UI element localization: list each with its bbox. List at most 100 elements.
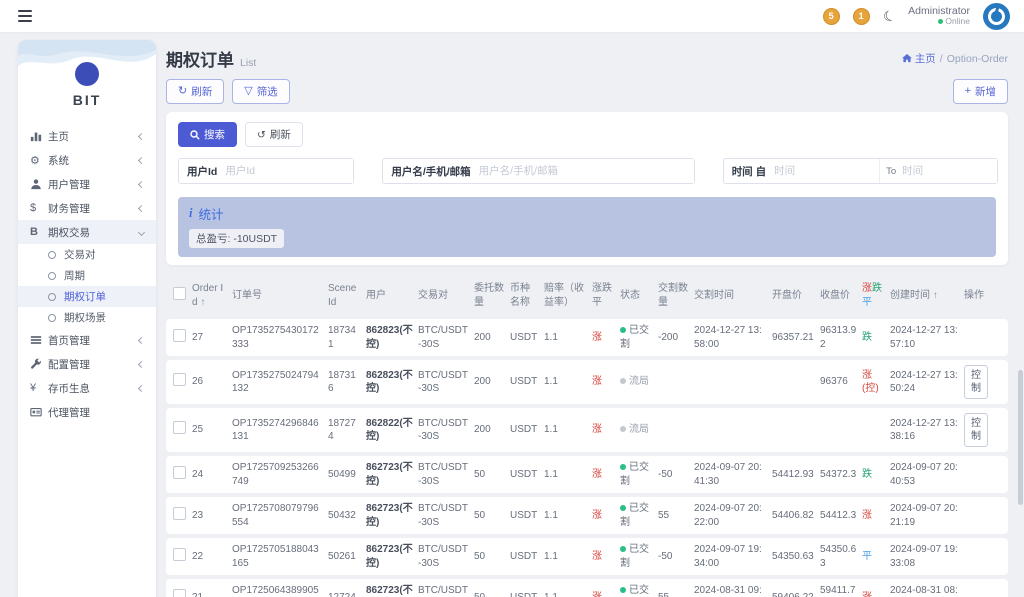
user-id-input[interactable] xyxy=(225,159,354,183)
row-checkbox[interactable] xyxy=(173,506,186,520)
coin-badge-icon-1[interactable]: 5 xyxy=(822,7,840,25)
page-title-row: 期权订单 List xyxy=(166,46,256,71)
main-content: 期权订单 List 主页 / Option-Order ↻ 刷新 ▽ 筛选 + 新增 搜… xyxy=(166,40,1008,597)
cell-checkbox xyxy=(166,328,192,347)
row-checkbox[interactable] xyxy=(173,373,186,387)
hamburger-icon[interactable] xyxy=(14,6,36,26)
cell-pair: BTC/USDT-30S xyxy=(418,417,468,443)
time-to-input[interactable] xyxy=(902,159,998,183)
user-block[interactable]: Administrator Online xyxy=(908,5,970,27)
cell-status: 流局 xyxy=(620,375,658,389)
cell-order-no: OP1725708079796554 xyxy=(232,503,319,528)
sidebar-subitem-2[interactable]: 期权订单 xyxy=(18,286,156,307)
time-to-label: To xyxy=(879,159,902,183)
orders-table: Order Id ↑ 订单号 Scene Id 用户 交易对 委托数量 币种名称 赔率（收益率… xyxy=(166,273,1008,597)
cell-created: 2024-09-07 19:33:08 xyxy=(890,544,958,569)
status-dot-icon xyxy=(620,546,626,552)
cell-coin: USDT xyxy=(510,424,538,436)
sidebar-item-2[interactable]: 用户管理 xyxy=(18,172,156,196)
window-scrollbar[interactable] xyxy=(1018,370,1023,505)
page-title: 期权订单 xyxy=(166,51,234,70)
add-button[interactable]: + 新增 xyxy=(952,79,1008,104)
cell-order-id: 27 xyxy=(192,331,204,343)
filter-user-name-label: 用户名/手机/邮箱 xyxy=(391,165,471,178)
control-button[interactable]: 控制 xyxy=(964,413,988,447)
refresh-button[interactable]: ↻ 刷新 xyxy=(166,79,225,104)
chart-icon xyxy=(30,130,48,142)
header-col-13: 开盘价 xyxy=(772,289,802,301)
cell-amount: 50 xyxy=(474,468,486,480)
cell-side: 涨 xyxy=(592,468,602,480)
sort-arrow-icon[interactable]: ↑ xyxy=(198,297,205,308)
sidebar-item-6[interactable]: 配置管理 xyxy=(18,352,156,376)
sidebar-subitem-3[interactable]: 期权场景 xyxy=(18,307,156,328)
sidebar-item-1[interactable]: ⚙ 系统 xyxy=(18,148,156,172)
cell-scene-id: 12724 xyxy=(328,591,366,597)
cell-amount: 200 xyxy=(474,424,491,436)
radio-circle-icon xyxy=(48,313,56,322)
sidebar-subitem-label: 周期 xyxy=(64,270,85,282)
cell-created: 2024-08-31 08:33:09 xyxy=(890,585,958,596)
header-col-4: 用户 xyxy=(366,289,386,301)
sidebar-item-4[interactable]: B 期权交易 xyxy=(18,220,156,244)
sidebar-item-0[interactable]: 主页 xyxy=(18,124,156,148)
cell-order-no: OP1735274296846131 xyxy=(232,417,319,443)
cell-result: 跌 xyxy=(862,468,872,480)
cell-close-price: 59411.79 xyxy=(820,585,856,596)
funnel-icon: ▽ xyxy=(244,85,253,97)
coin-badge-icon-2[interactable]: 1 xyxy=(852,7,870,25)
cell-coin: USDT xyxy=(510,550,538,562)
row-checkbox[interactable] xyxy=(173,465,186,479)
cell-coin: USDT xyxy=(510,376,538,388)
header-col-3: Scene Id xyxy=(328,283,357,308)
sidebar-item-label: 存币生息 xyxy=(48,382,90,395)
header-col-2: 订单号 xyxy=(232,289,262,301)
sidebar-subitem-0[interactable]: 交易对 xyxy=(18,244,156,265)
gear-icon: ⚙ xyxy=(30,154,40,167)
chevron-down-icon xyxy=(137,228,146,236)
cell-checkbox xyxy=(166,465,192,484)
cell-rate: 1.1 xyxy=(544,591,592,597)
cell-checkbox xyxy=(166,421,192,439)
row-checkbox[interactable] xyxy=(173,328,186,342)
reset-button[interactable]: ↺ 刷新 xyxy=(245,122,303,147)
filter-card: 搜索 ↺刷新 用户Id 用户名/手机/邮箱 时间 自 To i统计 总盈亏: -… xyxy=(166,112,1008,265)
row-checkbox[interactable] xyxy=(173,588,186,597)
header-col-6: 委托数量 xyxy=(474,283,504,308)
cell-close-price: 96376 xyxy=(820,376,848,388)
cell-close-price: 54372.3 xyxy=(820,468,857,480)
search-button[interactable]: 搜索 xyxy=(178,122,237,147)
sidebar-item-8[interactable]: 代理管理 xyxy=(18,400,156,424)
control-button[interactable]: 控制 xyxy=(964,365,988,399)
select-all-checkbox[interactable] xyxy=(173,286,186,300)
status-dot-icon xyxy=(620,327,626,333)
header-col-14: 收盘价 xyxy=(820,289,850,301)
sidebar-item-5[interactable]: 首页管理 xyxy=(18,328,156,352)
sidebar-item-7[interactable]: ¥ 存币生息 xyxy=(18,376,156,400)
user-name-input[interactable] xyxy=(478,159,694,183)
cell-coin: USDT xyxy=(510,468,538,480)
moon-icon[interactable]: ☾ xyxy=(880,6,897,25)
avatar[interactable] xyxy=(983,2,1010,30)
sidebar-item-3[interactable]: $ 财务管理 xyxy=(18,196,156,220)
cell-open-price: 54350.63 xyxy=(772,550,814,562)
row-checkbox[interactable] xyxy=(173,547,186,561)
chevron-left-icon xyxy=(137,360,146,368)
yen-icon: ¥ xyxy=(30,382,37,394)
cell-scene-id: 187316 xyxy=(328,369,356,395)
row-checkbox[interactable] xyxy=(173,421,186,435)
cell-user: 862823(不控) xyxy=(366,369,413,395)
cell-delivery-time: 2024-09-07 20:41:30 xyxy=(694,462,762,487)
filter-button[interactable]: ▽ 筛选 xyxy=(232,79,290,104)
card-icon xyxy=(30,406,48,418)
breadcrumb-home-link[interactable]: 主页 xyxy=(901,51,936,66)
info-icon: i xyxy=(189,206,193,220)
sidebar-subitem-1[interactable]: 周期 xyxy=(18,265,156,286)
sidebar-item-label: 用户管理 xyxy=(48,178,90,191)
sort-arrow-icon[interactable]: ↑ xyxy=(930,290,938,301)
refresh-icon: ↻ xyxy=(178,85,188,97)
cell-checkbox xyxy=(166,588,192,597)
filter-time-range: 时间 自 To xyxy=(722,158,999,184)
time-from-input[interactable] xyxy=(774,159,880,183)
status-dot-icon xyxy=(620,464,626,470)
